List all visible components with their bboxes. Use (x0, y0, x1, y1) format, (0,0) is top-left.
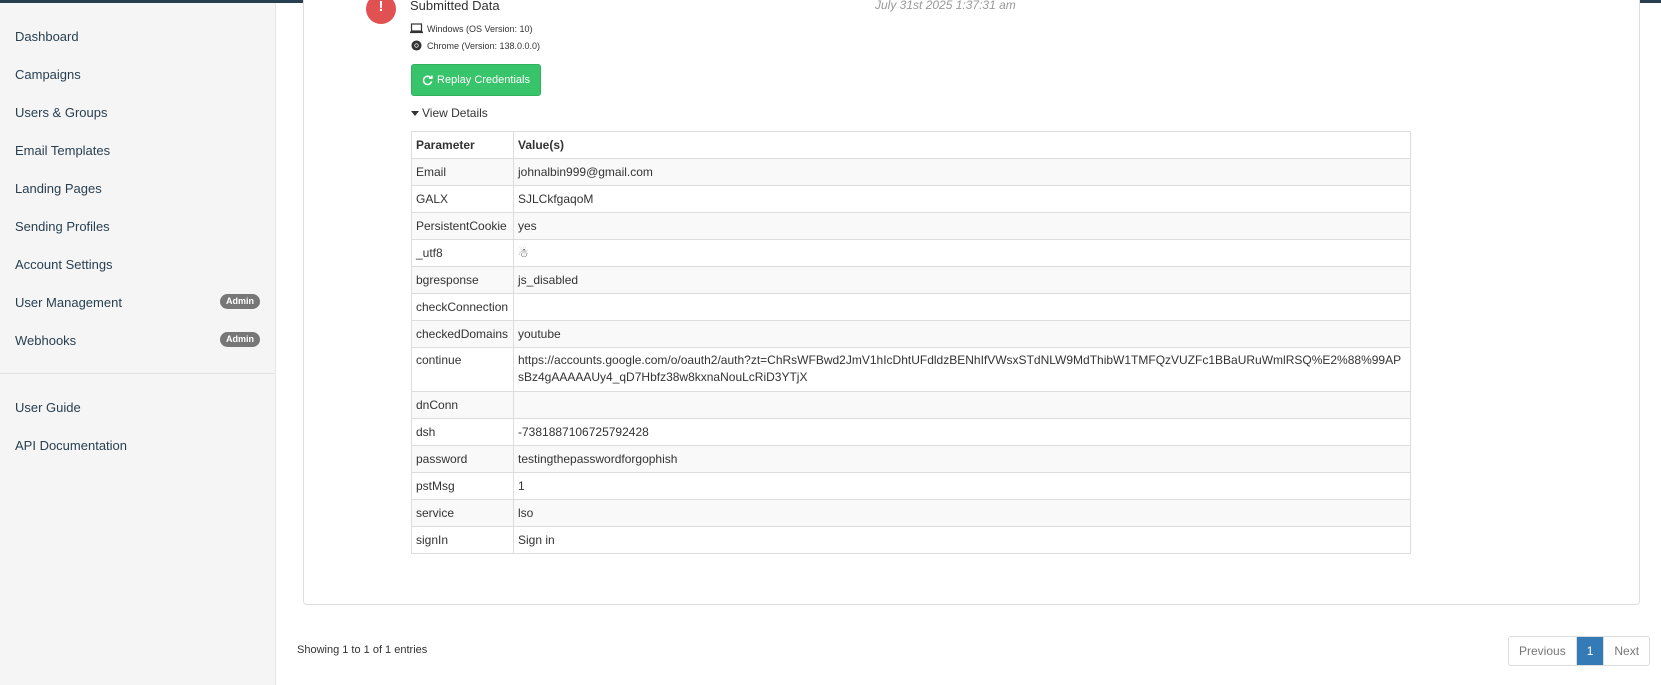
table-row: _utf8 ☃ (411, 239, 1411, 267)
replay-credentials-button[interactable]: Replay Credentials (411, 64, 541, 96)
sidebar-item-label: Account Settings (15, 256, 113, 272)
replay-credentials-label: Replay Credentials (437, 74, 530, 86)
param-value: testingthepasswordforgophish (513, 445, 1411, 473)
table-row: continue https://accounts.google.com/o/oa… (411, 347, 1411, 392)
sidebar-item-label: API Documentation (15, 437, 128, 453)
chrome-icon (411, 40, 422, 51)
table-row: password testingthepasswordforgophish (411, 445, 1411, 473)
column-header-values: Value(s) (513, 131, 1411, 159)
sidebar-item-api-documentation[interactable]: API Documentation (0, 426, 275, 464)
table-row: checkedDomains youtube (411, 320, 1411, 348)
param-key: PersistentCookie (411, 212, 514, 240)
param-key: signIn (411, 526, 514, 554)
sidebar-item-label: Dashboard (15, 28, 79, 44)
sidebar-item-landing-pages[interactable]: Landing Pages (0, 169, 275, 207)
sidebar: Dashboard Campaigns Users & Groups Email… (0, 3, 276, 685)
sidebar-item-label: Campaigns (15, 66, 81, 82)
param-key: GALX (411, 185, 514, 213)
param-key: bgresponse (411, 266, 514, 294)
param-value: ☃ (513, 239, 1411, 267)
table-header-row: Parameter Value(s) (411, 131, 1411, 159)
param-key: dnConn (411, 391, 514, 419)
pagination-previous-button[interactable]: Previous (1509, 637, 1577, 665)
param-value: 1 (513, 472, 1411, 500)
os-label: Windows (OS Version: 10) (427, 23, 533, 34)
sidebar-item-campaigns[interactable]: Campaigns (0, 55, 275, 93)
pagination: Previous 1 Next (1508, 636, 1651, 666)
sidebar-nav: Dashboard Campaigns Users & Groups Email… (0, 3, 275, 359)
sidebar-item-user-guide[interactable]: User Guide (0, 388, 275, 426)
param-value: https://accounts.google.com/o/oauth2/aut… (513, 347, 1411, 392)
sidebar-item-label: Landing Pages (15, 180, 102, 196)
table-row: bgresponse js_disabled (411, 266, 1411, 294)
sidebar-secondary-nav: User Guide API Documentation (0, 388, 275, 464)
entries-info: Showing 1 to 1 of 1 entries (297, 644, 428, 656)
param-key: _utf8 (411, 239, 514, 267)
param-value: js_disabled (513, 266, 1411, 294)
event-title: Submitted Data (410, 0, 500, 13)
param-key: dsh (411, 418, 514, 446)
table-row: service lso (411, 499, 1411, 527)
param-key: Email (411, 158, 514, 186)
param-key: password (411, 445, 514, 473)
event-timestamp: July 31st 2025 1:37:31 am (875, 0, 1016, 12)
sidebar-item-user-management[interactable]: User Management Admin (0, 283, 275, 321)
table-row: Email johnalbin999@gmail.com (411, 158, 1411, 186)
admin-badge: Admin (220, 332, 260, 347)
timeline-panel: ! Submitted Data July 31st 2025 1:37:31 … (303, 0, 1640, 605)
sidebar-item-label: Email Templates (15, 142, 111, 158)
table-row: dnConn (411, 391, 1411, 419)
sidebar-item-email-templates[interactable]: Email Templates (0, 131, 275, 169)
sidebar-item-label: Sending Profiles (15, 218, 110, 234)
browser-info: Chrome (Version: 138.0.0.0) (410, 40, 540, 51)
sidebar-item-label: Webhooks (15, 332, 77, 348)
os-info: Windows (OS Version: 10) (410, 23, 533, 34)
param-value: SJLCkfgaqoM (513, 185, 1411, 213)
pagination-next-button[interactable]: Next (1604, 637, 1649, 665)
sidebar-item-dashboard[interactable]: Dashboard (0, 17, 275, 55)
table-row: signIn Sign in (411, 526, 1411, 554)
sidebar-item-label: User Guide (15, 399, 81, 415)
table-row: pstMsg 1 (411, 472, 1411, 500)
laptop-icon (410, 23, 423, 34)
sidebar-item-label: User Management (15, 294, 122, 310)
sidebar-item-label: Users & Groups (15, 104, 108, 120)
param-key: continue (411, 347, 514, 392)
table-row: GALX SJLCkfgaqoM (411, 185, 1411, 213)
sidebar-divider (0, 373, 275, 374)
sidebar-item-sending-profiles[interactable]: Sending Profiles (0, 207, 275, 245)
refresh-icon (422, 74, 433, 85)
param-key: pstMsg (411, 472, 514, 500)
table-row: PersistentCookie yes (411, 212, 1411, 240)
param-key: service (411, 499, 514, 527)
column-header-parameter: Parameter (411, 131, 514, 159)
browser-label: Chrome (Version: 138.0.0.0) (427, 40, 541, 51)
pagination-page-button[interactable]: 1 (1576, 637, 1605, 665)
main-content: ! Submitted Data July 31st 2025 1:37:31 … (277, 0, 1661, 685)
exclamation-icon: ! (366, 0, 396, 24)
sidebar-item-users-groups[interactable]: Users & Groups (0, 93, 275, 131)
param-value: -7381887106725792428 (513, 418, 1411, 446)
param-value (513, 293, 1411, 321)
table-row: checkConnection (411, 293, 1411, 321)
param-value: johnalbin999@gmail.com (513, 158, 1411, 186)
table-row: dsh -7381887106725792428 (411, 418, 1411, 446)
caret-down-icon (411, 110, 419, 116)
param-key: checkedDomains (411, 320, 514, 348)
view-details-label: View Details (422, 106, 488, 120)
param-value (513, 391, 1411, 419)
sidebar-item-account-settings[interactable]: Account Settings (0, 245, 275, 283)
param-value: yes (513, 212, 1411, 240)
submitted-data-table: Parameter Value(s) Email johnalbin999@gma… (411, 131, 1411, 554)
param-value: lso (513, 499, 1411, 527)
sidebar-item-webhooks[interactable]: Webhooks Admin (0, 321, 275, 359)
param-value: youtube (513, 320, 1411, 348)
param-value: Sign in (513, 526, 1411, 554)
admin-badge: Admin (220, 294, 260, 309)
param-key: checkConnection (411, 293, 514, 321)
view-details-toggle[interactable]: View Details (411, 106, 488, 120)
